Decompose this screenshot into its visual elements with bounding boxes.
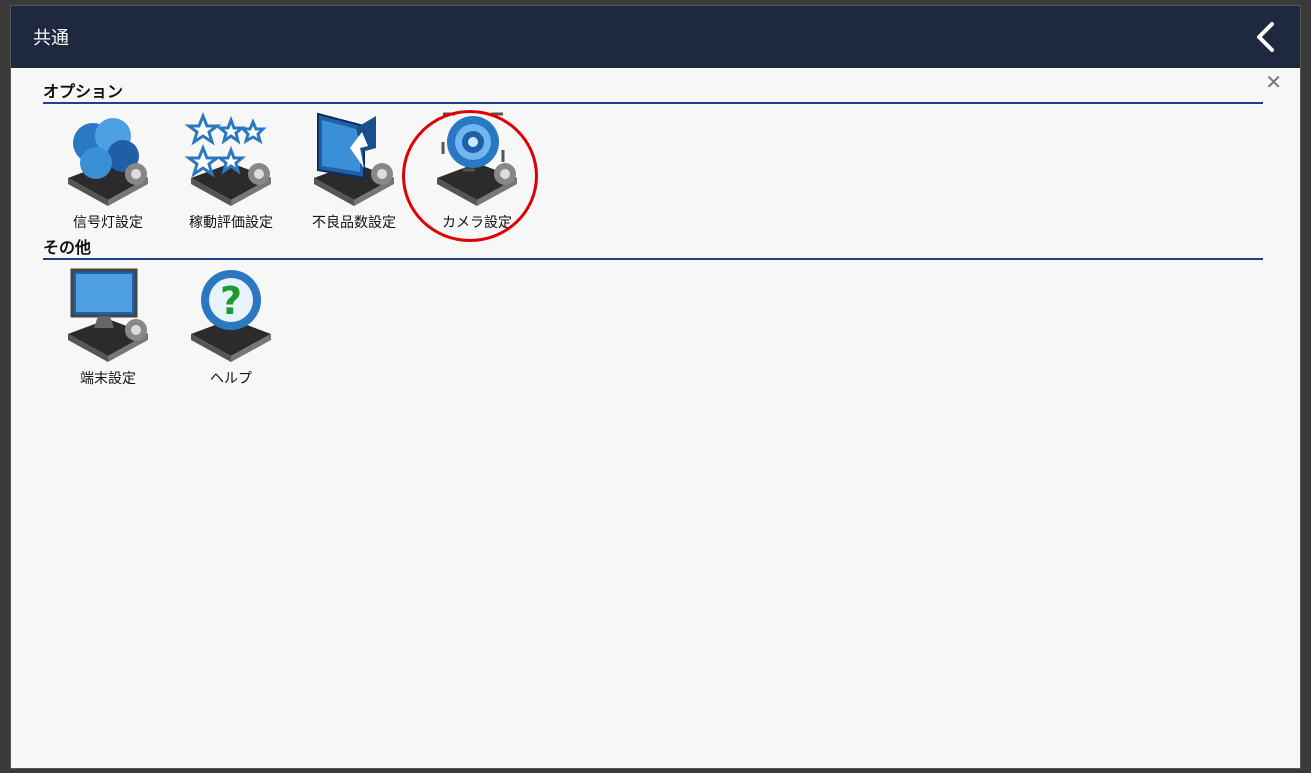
page-title: 共通 <box>33 28 69 49</box>
camera-settings-button[interactable]: カメラ設定 <box>417 108 537 236</box>
settings-window: 共通 ✕ オプション 信号灯設定 稼動評価設定 不良品数設定 カメラ設定 その他… <box>10 5 1301 769</box>
tile-label: 端末設定 <box>80 371 136 387</box>
operation-rating-settings-icon <box>184 111 271 206</box>
section-other: その他 端末設定 ? ヘルプ <box>43 234 1263 390</box>
operation-rating-settings-button[interactable]: 稼動評価設定 <box>171 108 291 236</box>
close-icon: ✕ <box>1265 70 1282 94</box>
icon-row-other: 端末設定 ? ヘルプ <box>43 260 1263 390</box>
defect-count-settings-button[interactable]: 不良品数設定 <box>294 108 414 236</box>
icon-row-options: 信号灯設定 稼動評価設定 不良品数設定 カメラ設定 <box>43 104 1263 234</box>
tile-label: 稼動評価設定 <box>189 215 273 231</box>
help-button[interactable]: ? ヘルプ <box>171 264 291 392</box>
section-options: オプション 信号灯設定 稼動評価設定 不良品数設定 カメラ設定 <box>43 78 1263 234</box>
terminal-settings-icon <box>68 268 148 362</box>
signal-light-settings-button[interactable]: 信号灯設定 <box>48 108 168 236</box>
tile-label: カメラ設定 <box>442 215 512 231</box>
section-header-other: その他 <box>43 234 1263 260</box>
tile-label: ヘルプ <box>210 371 252 387</box>
chevron-left-icon <box>1257 22 1274 52</box>
camera-settings-icon <box>437 112 517 206</box>
close-button[interactable]: ✕ <box>1265 72 1282 92</box>
tile-label: 信号灯設定 <box>73 215 143 231</box>
svg-text:?: ? <box>220 279 242 323</box>
back-button[interactable] <box>1246 17 1286 57</box>
signal-light-settings-icon <box>68 118 148 206</box>
terminal-settings-button[interactable]: 端末設定 <box>48 264 168 392</box>
help-icon: ? <box>191 270 271 362</box>
section-header-options: オプション <box>43 78 1263 104</box>
defect-count-settings-icon <box>314 112 394 206</box>
tile-label: 不良品数設定 <box>312 215 396 231</box>
title-bar: 共通 <box>11 6 1300 68</box>
